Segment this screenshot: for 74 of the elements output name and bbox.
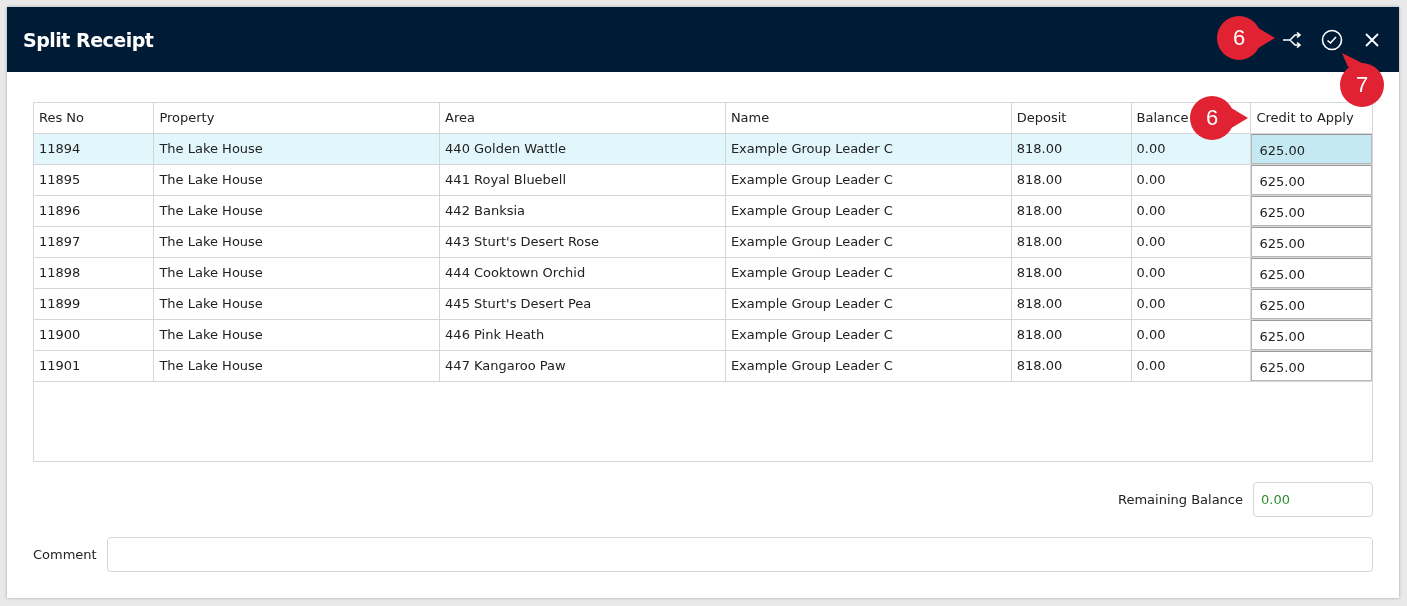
- table-cell: 445 Sturt's Desert Pea: [439, 288, 726, 319]
- table-row[interactable]: 11900 The Lake House 446 Pink Heath Example Group Leader C 818.00 0.00 625.00: [34, 319, 1372, 350]
- table-cell: Example Group Leader C: [725, 319, 1012, 350]
- table-cell: 442 Banksia: [439, 195, 726, 226]
- table-cell: Example Group Leader C: [725, 195, 1012, 226]
- credit-input[interactable]: 625.00: [1251, 257, 1372, 288]
- table-cell: 818.00: [1011, 288, 1132, 319]
- column-header: Area: [439, 103, 726, 133]
- table-cell: 818.00: [1011, 195, 1132, 226]
- table-cell: 440 Golden Wattle: [439, 133, 726, 164]
- column-header: Name: [725, 103, 1012, 133]
- table-cell: 11896: [34, 195, 154, 226]
- table-cell: 444 Cooktown Orchid: [439, 257, 726, 288]
- table-cell: Example Group Leader C: [725, 288, 1012, 319]
- table-cell: 11894: [34, 133, 154, 164]
- table-cell: 0.00: [1131, 195, 1251, 226]
- table-row[interactable]: 11899 The Lake House 445 Sturt's Desert Pea Example Group Leader C 818.00 0.00 625.00: [34, 288, 1372, 319]
- remaining-balance-label: Remaining Balance: [1118, 492, 1243, 507]
- table-cell: 11895: [34, 164, 154, 195]
- column-header: Deposit: [1011, 103, 1132, 133]
- credit-input[interactable]: 625.00: [1251, 133, 1372, 164]
- table-cell: 11901: [34, 350, 154, 381]
- table-cell: The Lake House: [153, 226, 440, 257]
- table-cell: 818.00: [1011, 350, 1132, 381]
- table-cell: The Lake House: [153, 195, 440, 226]
- table-cell: Example Group Leader C: [725, 164, 1012, 195]
- window-title: Split Receipt: [23, 28, 154, 51]
- confirm-icon[interactable]: [1321, 28, 1343, 51]
- credit-input[interactable]: 625.00: [1251, 164, 1372, 195]
- credit-input[interactable]: 625.00: [1251, 195, 1372, 226]
- column-header: Res No: [34, 103, 154, 133]
- table-row[interactable]: 11901 The Lake House 447 Kangaroo Paw Example Group Leader C 818.00 0.00 625.00: [34, 350, 1372, 381]
- table-cell: 0.00: [1131, 319, 1251, 350]
- table-cell: 446 Pink Heath: [439, 319, 726, 350]
- column-header: Property: [153, 103, 440, 133]
- table-cell: The Lake House: [153, 319, 440, 350]
- table-cell: Example Group Leader C: [725, 350, 1012, 381]
- credit-input[interactable]: 625.00: [1251, 288, 1372, 319]
- credit-input[interactable]: 625.00: [1251, 226, 1372, 257]
- table-cell: 0.00: [1131, 257, 1251, 288]
- table-cell: The Lake House: [153, 350, 440, 381]
- table-row[interactable]: 11895 The Lake House 441 Royal Bluebell Example Group Leader C 818.00 0.00 625.00: [34, 164, 1372, 195]
- table-cell: Example Group Leader C: [725, 257, 1012, 288]
- table-cell: 441 Royal Bluebell: [439, 164, 726, 195]
- table-cell: 818.00: [1011, 257, 1132, 288]
- table-cell: The Lake House: [153, 257, 440, 288]
- remaining-balance-field[interactable]: 0.00: [1253, 482, 1373, 517]
- table-cell: 0.00: [1131, 226, 1251, 257]
- table-cell: The Lake House: [153, 164, 440, 195]
- table-cell: 11900: [34, 319, 154, 350]
- credit-input[interactable]: 625.00: [1251, 350, 1372, 381]
- comment-field[interactable]: [106, 537, 1373, 572]
- table-row[interactable]: 11898 The Lake House 444 Cooktown Orchid Example Group Leader C 818.00 0.00 625.00: [34, 257, 1372, 288]
- table-cell: 818.00: [1011, 133, 1132, 164]
- table-cell: 0.00: [1131, 288, 1251, 319]
- table-cell: 443 Sturt's Desert Rose: [439, 226, 726, 257]
- table-cell: 0.00: [1131, 164, 1251, 195]
- table-cell: Example Group Leader C: [725, 133, 1012, 164]
- table-cell: 11899: [34, 288, 154, 319]
- table-row[interactable]: 11896 The Lake House 442 Banksia Example Group Leader C 818.00 0.00 625.00: [34, 195, 1372, 226]
- table-cell: 818.00: [1011, 226, 1132, 257]
- comment-label: Comment: [33, 547, 97, 562]
- table-cell: The Lake House: [153, 133, 440, 164]
- table-cell: Example Group Leader C: [725, 226, 1012, 257]
- table-row[interactable]: 11894 The Lake House 440 Golden Wattle Example Group Leader C 818.00 0.00 625.00: [34, 133, 1372, 164]
- table-cell: 11897: [34, 226, 154, 257]
- table-cell: 818.00: [1011, 319, 1132, 350]
- credit-input[interactable]: 625.00: [1251, 319, 1372, 350]
- table-row[interactable]: 11897 The Lake House 443 Sturt's Desert Rose Example Group Leader C 818.00 0.00 625.00: [34, 226, 1372, 257]
- table-cell: The Lake House: [153, 288, 440, 319]
- table-cell: 447 Kangaroo Paw: [439, 350, 726, 381]
- table-cell: 11898: [34, 257, 154, 288]
- table-cell: 818.00: [1011, 164, 1132, 195]
- table-cell: 0.00: [1131, 350, 1251, 381]
